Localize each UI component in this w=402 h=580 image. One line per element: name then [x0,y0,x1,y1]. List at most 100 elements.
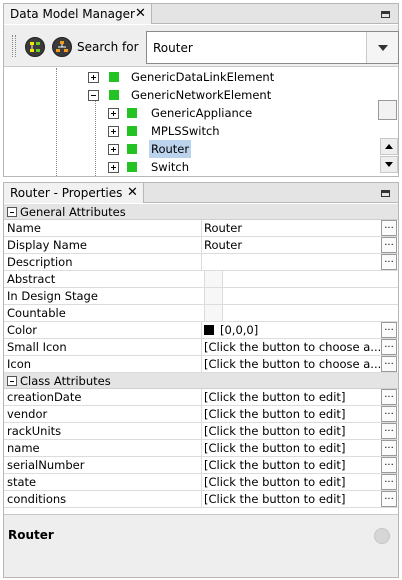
properties-panel: Router - Properties ✕ General Attributes… [3,182,399,578]
property-name: name [7,441,40,455]
tree-tab-bar: Data Model Manager ✕ [4,4,398,24]
column-divider [201,220,202,236]
property-value[interactable]: [Click the button to edit] [204,457,380,473]
property-row-name-attr[interactable]: name [Click the button to edit] ... [4,440,398,457]
column-divider [201,440,202,456]
search-combobox[interactable]: Router [146,31,399,64]
property-value[interactable]: [Click the button to edit] [204,423,380,439]
tree-item-label: Switch [151,160,190,174]
expand-icon[interactable] [108,126,119,137]
property-sheet: General Attributes Name Router ... Displ… [4,204,398,508]
property-name: conditions [7,492,67,506]
scroll-up-icon[interactable] [380,138,398,155]
section-class-attributes[interactable]: Class Attributes [4,373,398,389]
property-row-name[interactable]: Name Router ... [4,220,398,237]
property-value[interactable]: [Click the button to choose a... [204,356,380,372]
search-input[interactable]: Router [153,41,193,55]
property-value[interactable]: Router [204,237,380,253]
column-divider [201,474,202,490]
expand-icon[interactable] [108,108,119,119]
tree-item-label: GenericNetworkElement [131,88,272,102]
expand-tree-icon[interactable] [25,37,45,57]
close-icon[interactable]: ✕ [127,183,138,203]
column-divider [201,389,202,405]
property-name: Display Name [7,238,87,252]
property-row-serialnumber[interactable]: serialNumber [Click the button to edit] … [4,457,398,474]
column-divider [201,237,202,253]
in-design-stage-checkbox[interactable] [204,288,223,304]
edit-button[interactable]: ... [381,389,397,405]
tab-title: Data Model Manager [10,7,135,21]
dropdown-arrow-icon[interactable] [366,32,398,63]
property-value[interactable]: [Click the button to edit] [204,440,380,456]
collapse-icon[interactable] [88,90,99,101]
edit-button[interactable]: ... [381,237,397,253]
edit-button[interactable]: ... [381,440,397,456]
property-value[interactable]: Router [204,220,380,236]
property-row-in-design-stage[interactable]: In Design Stage [4,288,398,305]
edit-button[interactable]: ... [381,423,397,439]
minimize-icon[interactable] [381,190,390,197]
property-name: Countable [7,306,66,320]
minimize-icon[interactable] [381,11,390,18]
close-icon[interactable]: ✕ [135,4,146,24]
property-value[interactable]: [Click the button to edit] [204,474,380,490]
edit-button[interactable]: ... [381,220,397,236]
edit-button[interactable]: ... [381,339,397,355]
property-name: rackUnits [7,424,62,438]
tree-item-label: GenericDataLinkElement [131,70,275,84]
collapse-icon[interactable] [7,207,17,217]
node-icon [127,126,137,136]
hierarchy-icon[interactable] [52,37,72,57]
edit-button[interactable]: ... [381,406,397,422]
property-row-vendor[interactable]: vendor [Click the button to edit] ... [4,406,398,423]
edit-button[interactable]: ... [381,356,397,372]
expand-icon[interactable] [108,162,119,173]
scroll-down-icon[interactable] [380,156,398,173]
tab-router-properties[interactable]: Router - Properties ✕ [4,183,144,203]
summary-title: Router [8,528,54,542]
property-row-icon[interactable]: Icon [Click the button to choose a... ..… [4,356,398,373]
tab-data-model-manager[interactable]: Data Model Manager ✕ [4,4,152,24]
countable-checkbox[interactable] [204,305,223,321]
property-name: Icon [7,357,32,371]
property-name: Name [7,221,41,235]
expand-icon[interactable] [108,144,119,155]
scrollbar-thumb[interactable] [378,100,397,120]
property-row-abstract[interactable]: Abstract [4,271,398,288]
toolbar-grip[interactable] [12,35,16,57]
property-row-display-name[interactable]: Display Name Router ... [4,237,398,254]
property-row-state[interactable]: state [Click the button to edit] ... [4,474,398,491]
model-tree: GenericDataLinkElement GenericNetworkEle… [4,68,398,176]
property-value-color[interactable]: [0,0,0] [204,322,380,338]
column-divider [201,491,202,507]
edit-button[interactable]: ... [381,491,397,507]
tree-item-label: GenericAppliance [151,106,253,120]
property-name: Description [7,255,73,269]
tree-guide-line [95,92,96,176]
abstract-checkbox[interactable] [204,271,223,287]
property-value[interactable]: [Click the button to edit] [204,389,380,405]
property-row-color[interactable]: Color [0,0,0] ... [4,322,398,339]
property-row-creationdate[interactable]: creationDate [Click the button to edit] … [4,389,398,406]
property-row-description[interactable]: Description ... [4,254,398,271]
property-value[interactable]: [Click the button to edit] [204,406,380,422]
edit-button[interactable]: ... [381,254,397,270]
property-row-conditions[interactable]: conditions [Click the button to edit] ..… [4,491,398,508]
edit-button[interactable]: ... [381,322,397,338]
property-row-small-icon[interactable]: Small Icon [Click the button to choose a… [4,339,398,356]
section-general-attributes[interactable]: General Attributes [4,204,398,220]
help-icon[interactable] [374,528,390,544]
property-name: creationDate [7,390,82,404]
edit-button[interactable]: ... [381,474,397,490]
property-value[interactable]: [Click the button to choose a... [204,339,380,355]
property-row-rackunits[interactable]: rackUnits [Click the button to edit] ... [4,423,398,440]
column-divider [201,457,202,473]
node-icon [109,72,119,82]
expand-icon[interactable] [88,72,99,83]
node-icon [127,108,137,118]
property-value[interactable]: [Click the button to edit] [204,491,380,507]
property-row-countable[interactable]: Countable [4,305,398,322]
edit-button[interactable]: ... [381,457,397,473]
collapse-icon[interactable] [7,376,17,386]
